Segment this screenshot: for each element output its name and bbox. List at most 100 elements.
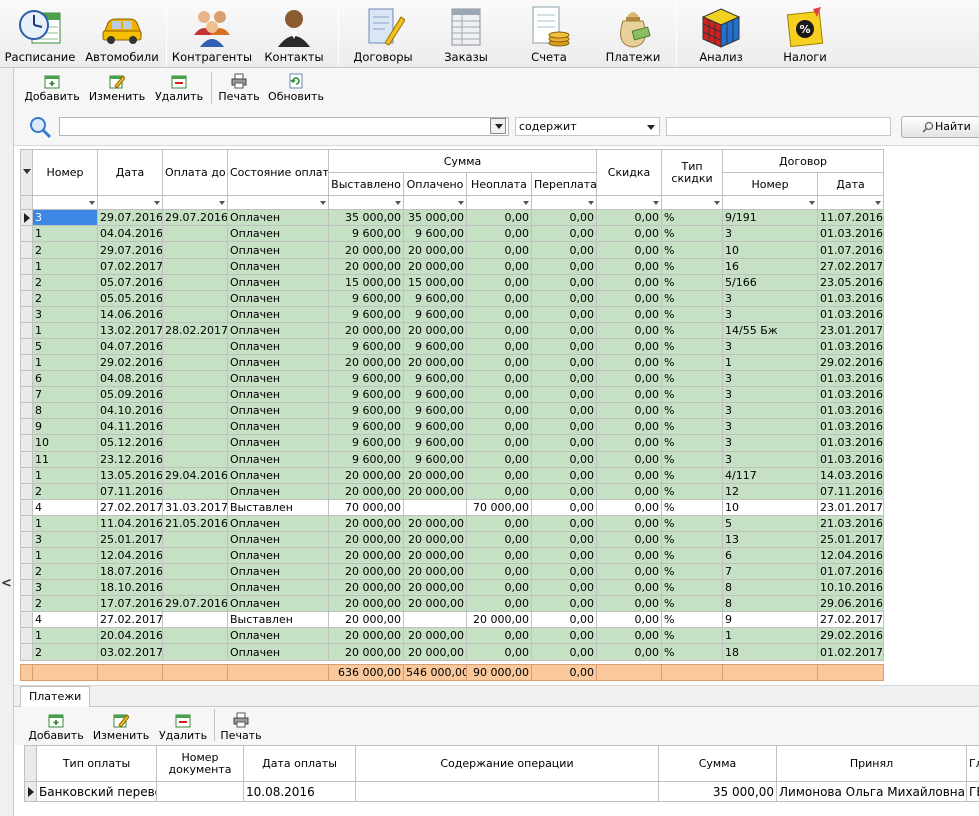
- col-pay-type-header[interactable]: Тип оплаты: [36, 745, 157, 782]
- col-doc-number-header[interactable]: Номер документа: [156, 745, 244, 782]
- grid-cell[interactable]: 13: [722, 530, 819, 548]
- grid-cell[interactable]: 0,00: [596, 289, 663, 307]
- grid-cell[interactable]: Оплачен: [227, 386, 329, 404]
- grid-cell[interactable]: %: [661, 354, 724, 372]
- sum-cell[interactable]: 35 000,00: [658, 781, 777, 802]
- grid-cell[interactable]: 01.02.2017: [817, 643, 885, 661]
- grid-cell[interactable]: 23.05.2016: [817, 273, 885, 291]
- col-discount-header[interactable]: Скидка: [596, 148, 663, 197]
- grid-cell[interactable]: 20 000,00: [328, 354, 404, 372]
- refresh-button[interactable]: Обновить: [266, 70, 326, 106]
- grid-cell[interactable]: 20 000,00: [328, 579, 404, 597]
- grid-cell[interactable]: %: [661, 514, 724, 532]
- grid-cell[interactable]: 2: [32, 482, 98, 500]
- pay-type-cell[interactable]: Банковский перевод: [36, 781, 157, 802]
- grid-cell[interactable]: 20 000,00: [328, 627, 404, 645]
- delete-button[interactable]: Удалить: [152, 70, 206, 106]
- grid-cell[interactable]: 0,00: [596, 354, 663, 372]
- toolbar-invoices-button[interactable]: Счета: [510, 0, 588, 68]
- grid-cell[interactable]: 0,00: [466, 289, 532, 307]
- grid-cell[interactable]: Оплачен: [227, 482, 329, 500]
- grid-cell[interactable]: 0,00: [530, 257, 598, 275]
- grid-cell[interactable]: 5/166: [722, 273, 819, 291]
- grid-cell[interactable]: 3: [722, 289, 819, 307]
- toolbar-contracts-button[interactable]: Договоры: [344, 0, 422, 68]
- grid-cell[interactable]: 3: [722, 402, 819, 420]
- grid-cell[interactable]: 12.04.2016: [97, 546, 163, 565]
- grid-cell[interactable]: 2: [32, 241, 98, 259]
- grid-cell[interactable]: 0,00: [466, 482, 532, 500]
- grid-cell[interactable]: 0,00: [466, 386, 532, 404]
- filter-cell[interactable]: [162, 195, 228, 211]
- grid-cell[interactable]: 70 000,00: [328, 498, 404, 516]
- grid-cell[interactable]: 9 600,00: [328, 418, 404, 436]
- grid-cell[interactable]: 01.03.2016: [817, 337, 885, 356]
- grid-cell[interactable]: %: [661, 289, 724, 307]
- grid-cell[interactable]: 7: [32, 386, 98, 404]
- grid-cell[interactable]: 0,00: [530, 402, 598, 420]
- grid-cell[interactable]: 20 000,00: [328, 563, 404, 581]
- grid-cell[interactable]: 01.03.2016: [817, 450, 885, 468]
- invoice-row[interactable]: 6 04.08.2016 Оплачен 9 600,00 9 600,00 0,00 0,…: [20, 370, 885, 388]
- grid-cell[interactable]: 11: [32, 450, 98, 468]
- grid-cell[interactable]: 01.07.2016: [817, 241, 885, 259]
- invoice-row[interactable]: 2 07.11.2016 Оплачен 20 000,00 20 000,00 0,00…: [20, 482, 885, 500]
- grid-cell[interactable]: 0,00: [466, 337, 532, 356]
- grid-cell[interactable]: 3: [32, 209, 98, 227]
- grid-cell[interactable]: 0,00: [530, 498, 598, 516]
- grid-cell[interactable]: 20 000,00: [328, 257, 404, 275]
- grid-cell[interactable]: 20 000,00: [403, 530, 467, 548]
- grid-cell[interactable]: 5: [722, 514, 819, 532]
- invoice-row[interactable]: 11 23.12.2016 Оплачен 9 600,00 9 600,00 0,00 0…: [20, 450, 885, 468]
- grid-cell[interactable]: 9 600,00: [328, 289, 404, 307]
- grid-cell[interactable]: 20 000,00: [403, 643, 467, 661]
- grid-cell[interactable]: 9 600,00: [328, 402, 404, 420]
- grid-cell[interactable]: %: [661, 305, 724, 323]
- grid-cell[interactable]: 0,00: [530, 386, 598, 404]
- search-input[interactable]: [59, 117, 509, 136]
- grid-cell[interactable]: 0,00: [596, 386, 663, 404]
- col-due-header[interactable]: Оплата до: [162, 148, 228, 197]
- grid-cell[interactable]: 20 000,00: [403, 627, 467, 645]
- grid-cell[interactable]: 5: [32, 337, 98, 356]
- grid-cell[interactable]: 1: [32, 321, 98, 339]
- grid-cell[interactable]: 10: [722, 241, 819, 259]
- grid-cell[interactable]: 0,00: [466, 450, 532, 468]
- grid-cell[interactable]: 23.12.2016: [97, 450, 163, 468]
- grid-cell[interactable]: 0,00: [530, 434, 598, 452]
- grid-cell[interactable]: 1: [722, 627, 819, 645]
- grid-cell[interactable]: 27.02.2017: [97, 611, 163, 629]
- grid-cell[interactable]: 0,00: [596, 305, 663, 323]
- grid-cell[interactable]: 13.02.2017: [97, 321, 163, 339]
- grid-cell[interactable]: 2: [32, 273, 98, 291]
- grid-cell[interactable]: 25.01.2017: [97, 530, 163, 548]
- grid-cell[interactable]: 01.03.2016: [817, 434, 885, 452]
- grid-cell[interactable]: 28.02.2017: [162, 321, 228, 339]
- grid-cell[interactable]: %: [661, 643, 724, 661]
- grid-cell[interactable]: 1: [32, 627, 98, 645]
- toolbar-orders-button[interactable]: Заказы: [428, 0, 504, 68]
- grid-cell[interactable]: 01.03.2016: [817, 418, 885, 436]
- grid-cell[interactable]: 4: [32, 498, 98, 516]
- payment-delete-button[interactable]: Удалить: [156, 709, 210, 745]
- grid-cell[interactable]: [162, 546, 228, 565]
- grid-cell[interactable]: 23.01.2017: [817, 321, 885, 339]
- grid-cell[interactable]: 0,00: [530, 627, 598, 645]
- grid-cell[interactable]: 20 000,00: [403, 579, 467, 597]
- grid-cell[interactable]: 0,00: [596, 579, 663, 597]
- grid-cell[interactable]: 15 000,00: [403, 273, 467, 291]
- grid-cell[interactable]: 04.11.2016: [97, 418, 163, 436]
- grid-cell[interactable]: 0,00: [596, 257, 663, 275]
- grid-cell[interactable]: 4/117: [722, 466, 819, 484]
- filter-cell[interactable]: [466, 195, 532, 211]
- col-pay-date-header[interactable]: Дата оплаты: [243, 745, 356, 782]
- grid-cell[interactable]: 2: [32, 643, 98, 661]
- grid-cell[interactable]: 0,00: [466, 627, 532, 645]
- grid-cell[interactable]: Оплачен: [227, 450, 329, 468]
- grid-cell[interactable]: Оплачен: [227, 530, 329, 548]
- grid-cell[interactable]: 0,00: [466, 514, 532, 532]
- grid-cell[interactable]: Оплачен: [227, 563, 329, 581]
- find-button[interactable]: Найти: [901, 116, 979, 138]
- grid-cell[interactable]: 20 000,00: [403, 595, 467, 613]
- grid-cell[interactable]: [162, 257, 228, 275]
